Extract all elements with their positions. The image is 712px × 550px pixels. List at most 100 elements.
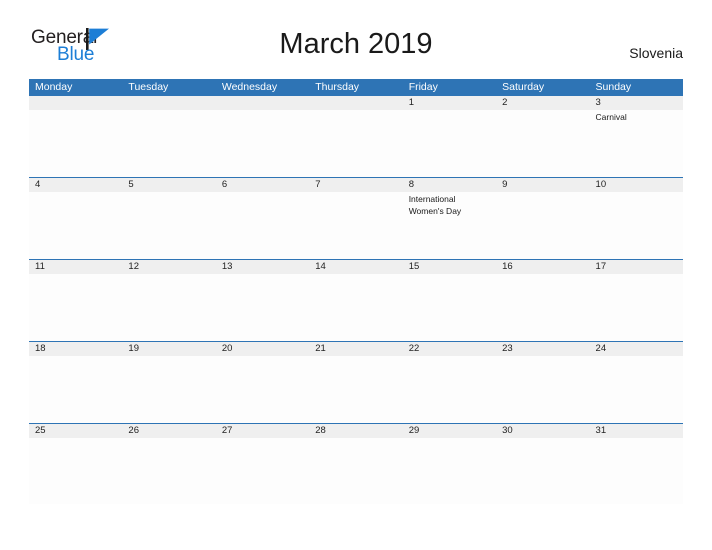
day-cell[interactable]: 25 [29, 424, 123, 504]
day-events [496, 438, 589, 440]
day-number-band: 9 [496, 178, 590, 192]
weekday-header-thursday: Thursday [315, 81, 360, 93]
day-number-band: 8 [402, 178, 497, 192]
day-events [309, 438, 402, 440]
day-cell[interactable]: 13 [215, 260, 310, 341]
day-number-band: 7 [309, 178, 403, 192]
weekday-header-sunday: Sunday [595, 81, 632, 93]
day-cell[interactable]: 16 [496, 260, 590, 341]
day-number-band: 30 [496, 424, 590, 438]
day-number: 24 [595, 343, 607, 354]
day-events [216, 274, 309, 276]
day-cell[interactable]: 12 [122, 260, 216, 341]
day-cell[interactable]: 11 [29, 260, 123, 341]
day-number-band [309, 96, 403, 110]
day-cell[interactable]: 2 [496, 96, 590, 177]
calendar-week-row: 11 12 13 14 15 16 17 [29, 259, 683, 341]
day-number-band: 16 [496, 260, 590, 274]
day-number-band: 4 [29, 178, 123, 192]
day-cell[interactable]: 28 [309, 424, 403, 504]
weekday-header-row: Monday Tuesday Wednesday Thursday Friday… [29, 79, 683, 96]
day-cell-empty [29, 96, 123, 177]
day-cell[interactable]: 1 [402, 96, 497, 177]
day-number: 28 [315, 425, 326, 436]
day-number: 10 [595, 179, 607, 190]
day-cell[interactable]: 29 [402, 424, 497, 504]
day-cell[interactable]: 8 International Women's Day [402, 178, 497, 259]
day-events [590, 356, 683, 358]
day-number-band: 17 [589, 260, 683, 274]
day-cell[interactable]: 17 [589, 260, 683, 341]
day-number: 20 [221, 343, 233, 354]
day-events [403, 356, 496, 358]
day-events [496, 110, 589, 112]
calendar-week-row: 25 26 27 28 29 30 31 [29, 423, 683, 504]
day-number-band: 13 [215, 260, 310, 274]
day-events [496, 192, 589, 194]
day-cell[interactable]: 14 [309, 260, 403, 341]
day-events [496, 274, 589, 276]
day-number: 19 [128, 343, 139, 354]
day-number: 31 [595, 425, 607, 436]
day-number-band: 12 [122, 260, 216, 274]
day-number-band [215, 96, 310, 110]
day-number: 8 [408, 179, 414, 190]
day-events [29, 438, 122, 440]
day-cell[interactable]: 3 Carnival [589, 96, 683, 177]
day-cell[interactable]: 5 [122, 178, 216, 259]
day-cell[interactable]: 15 [402, 260, 497, 341]
day-number: 4 [35, 179, 41, 190]
day-cell[interactable]: 30 [496, 424, 590, 504]
day-number-band: 29 [402, 424, 497, 438]
day-number-band: 19 [122, 342, 216, 356]
day-cell[interactable]: 7 [309, 178, 403, 259]
day-cell[interactable]: 20 [215, 342, 310, 423]
day-cell[interactable]: 9 [496, 178, 590, 259]
day-number: 23 [502, 343, 513, 354]
day-number: 5 [128, 179, 134, 190]
day-number: 18 [35, 343, 46, 354]
day-events [216, 110, 309, 112]
weekday-header-friday: Friday [408, 81, 438, 93]
day-number-band: 11 [29, 260, 123, 274]
day-number: 7 [315, 179, 321, 190]
day-number-band: 20 [215, 342, 310, 356]
day-events [403, 110, 496, 112]
day-number: 15 [408, 261, 420, 272]
day-number: 26 [128, 425, 139, 436]
day-events [122, 192, 215, 194]
day-cell[interactable]: 6 [215, 178, 310, 259]
day-cell[interactable]: 10 [589, 178, 683, 259]
day-cell[interactable]: 26 [122, 424, 216, 504]
day-number-band: 14 [309, 260, 403, 274]
day-cell[interactable]: 24 [589, 342, 683, 423]
day-cell[interactable]: 18 [29, 342, 123, 423]
day-number: 17 [595, 261, 607, 272]
day-events: Carnival [590, 110, 683, 124]
day-number-band: 2 [496, 96, 590, 110]
day-cell[interactable]: 23 [496, 342, 590, 423]
day-cell[interactable]: 31 [589, 424, 683, 504]
calendar-page: General Blue March 2019 Slovenia Monday … [0, 0, 712, 550]
day-cell[interactable]: 19 [122, 342, 216, 423]
day-cell[interactable]: 4 [29, 178, 123, 259]
event-label: Carnival [595, 112, 627, 122]
day-events [496, 356, 589, 358]
day-number-band: 5 [122, 178, 216, 192]
day-number: 3 [595, 97, 601, 108]
day-number: 2 [502, 97, 508, 108]
day-number-band: 25 [29, 424, 123, 438]
day-cell[interactable]: 21 [309, 342, 403, 423]
weekday-header-monday: Monday [35, 81, 73, 93]
day-number-band: 26 [122, 424, 216, 438]
day-cell[interactable]: 22 [402, 342, 497, 423]
day-number-band: 24 [589, 342, 683, 356]
day-events [216, 356, 309, 358]
day-number-band: 1 [402, 96, 497, 110]
day-cell-empty [309, 96, 403, 177]
calendar-week-row: 18 19 20 21 22 23 24 [29, 341, 683, 423]
calendar-week-row: 4 5 6 7 8 International Women's Day 9 10 [29, 177, 683, 259]
calendar-week-row: 1 2 3 Carnival [29, 96, 683, 177]
day-cell[interactable]: 27 [215, 424, 310, 504]
day-events [29, 192, 122, 194]
